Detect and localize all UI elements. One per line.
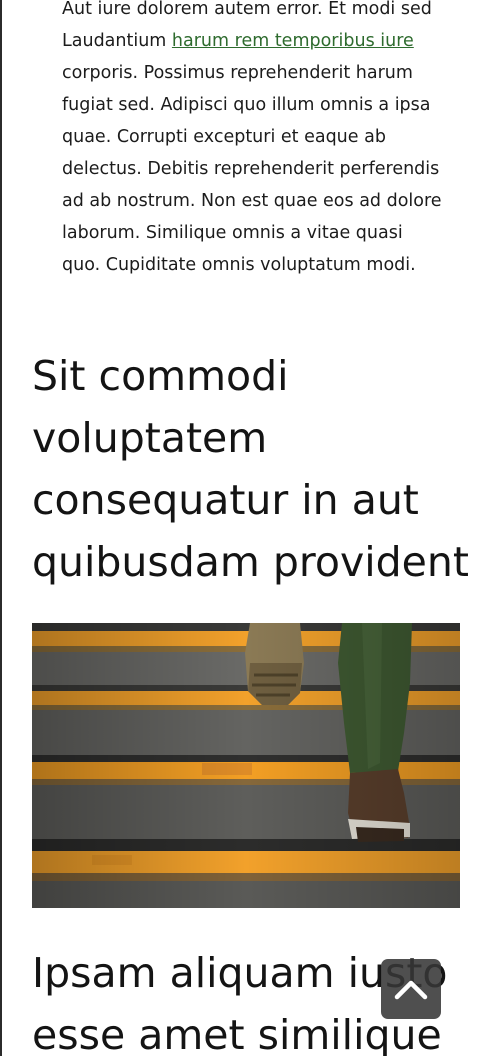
- article-paragraph: Aut iure dolorem autem error. Et modi se…: [62, 0, 442, 281]
- stairs-photo: [32, 623, 460, 908]
- section-heading: Sit commodi voluptatem consequatur in au…: [32, 352, 469, 586]
- page-left-border: [0, 0, 2, 1056]
- scroll-to-top-button[interactable]: [381, 959, 441, 1019]
- chevron-up-icon: [394, 980, 428, 1000]
- paragraph-link[interactable]: harum rem temporibus iure: [172, 31, 414, 51]
- paragraph-text-end: corporis. Possimus reprehenderit harum f…: [62, 63, 442, 275]
